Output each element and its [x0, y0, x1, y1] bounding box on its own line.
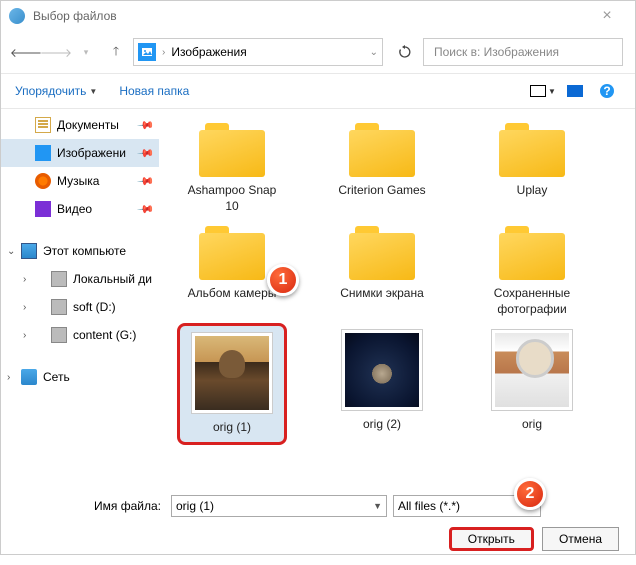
new-folder-button[interactable]: Новая папка: [119, 84, 189, 98]
folder-item[interactable]: Criterion Games: [327, 117, 437, 220]
sidebar-item-network[interactable]: › Сеть: [1, 363, 159, 391]
sidebar-item-video[interactable]: Видео 📌: [1, 195, 159, 223]
folder-icon: [499, 226, 565, 280]
disk-icon: [51, 299, 67, 315]
sidebar: Документы 📌 Изображени 📌 Музыка 📌 Видео …: [1, 109, 159, 487]
disk-icon: [51, 271, 67, 287]
image-item[interactable]: orig: [477, 323, 587, 445]
pin-icon: 📌: [137, 144, 156, 163]
video-icon: [35, 201, 51, 217]
network-icon: [21, 369, 37, 385]
folder-icon: [199, 226, 265, 280]
window-title: Выбор файлов: [33, 9, 117, 23]
chevron-down-icon[interactable]: ⌄: [370, 47, 378, 58]
sidebar-item-localdisk[interactable]: › Локальный ди: [1, 265, 159, 293]
address-bar[interactable]: › Изображения ⌄: [133, 38, 383, 66]
annotation-badge-1: 1: [267, 264, 299, 296]
expand-icon[interactable]: ›: [7, 372, 10, 383]
expand-icon[interactable]: ›: [23, 302, 26, 313]
folder-icon: [499, 123, 565, 177]
up-button[interactable]: 🡑: [103, 39, 129, 65]
sidebar-item-content[interactable]: › content (G:): [1, 321, 159, 349]
cancel-button[interactable]: Отмена: [542, 527, 619, 551]
nav-bar: 🡐 🡒 ▾ 🡑 › Изображения ⌄ Поиск в: Изображ…: [1, 31, 635, 73]
chevron-down-icon: ▼: [373, 501, 382, 511]
footer: Имя файла: orig (1) ▼ All files (*.*) ▼ …: [1, 487, 635, 565]
pictures-icon: [138, 43, 156, 61]
pin-icon: 📌: [137, 200, 156, 219]
recent-dropdown[interactable]: ▾: [73, 39, 99, 65]
refresh-button[interactable]: [391, 38, 419, 66]
folder-icon: [199, 123, 265, 177]
sidebar-item-music[interactable]: Музыка 📌: [1, 167, 159, 195]
svg-text:?: ?: [603, 84, 610, 98]
sidebar-item-documents[interactable]: Документы 📌: [1, 111, 159, 139]
search-input[interactable]: Поиск в: Изображения: [423, 38, 623, 66]
folder-item[interactable]: Сохраненные фотографии: [477, 220, 587, 323]
image-item[interactable]: orig (2): [327, 323, 437, 445]
folder-item[interactable]: Ashampoo Snap 10: [177, 117, 287, 220]
expand-icon[interactable]: ›: [23, 330, 26, 341]
file-grid: Ashampoo Snap 10 Criterion Games Uplay А…: [159, 109, 635, 487]
sidebar-item-soft[interactable]: › soft (D:): [1, 293, 159, 321]
filetype-select[interactable]: All files (*.*) ▼ 2: [393, 495, 541, 517]
document-icon: [35, 117, 51, 133]
app-icon: [9, 8, 25, 24]
folder-icon: [349, 226, 415, 280]
filename-input[interactable]: orig (1) ▼: [171, 495, 387, 517]
forward-button[interactable]: 🡒: [43, 39, 69, 65]
close-button[interactable]: ×: [587, 7, 627, 25]
disk-icon: [51, 327, 67, 343]
folder-item[interactable]: Снимки экрана: [327, 220, 437, 323]
pin-icon: 📌: [137, 116, 156, 135]
sidebar-item-images[interactable]: Изображени 📌: [1, 139, 159, 167]
image-thumbnail: [491, 329, 573, 411]
chevron-right-icon: ›: [162, 47, 165, 58]
folder-item[interactable]: Uplay: [477, 117, 587, 220]
view-menu[interactable]: ▼: [529, 77, 557, 105]
expand-icon[interactable]: ⌄: [7, 246, 15, 257]
search-placeholder: Поиск в: Изображения: [434, 45, 559, 59]
sidebar-item-thispc[interactable]: ⌄ Этот компьюте: [1, 237, 159, 265]
folder-item[interactable]: Альбом камеры 1: [177, 220, 287, 323]
help-button[interactable]: ?: [593, 77, 621, 105]
filename-label: Имя файла:: [15, 499, 165, 513]
pin-icon: 📌: [137, 172, 156, 191]
title-bar: Выбор файлов ×: [1, 1, 635, 31]
back-button[interactable]: 🡐: [13, 39, 39, 65]
music-icon: [35, 173, 51, 189]
preview-pane-button[interactable]: [561, 77, 589, 105]
image-thumbnail: [341, 329, 423, 411]
folder-icon: [349, 123, 415, 177]
image-thumbnail: [191, 332, 273, 414]
image-item-selected[interactable]: orig (1): [177, 323, 287, 445]
chevron-down-icon: ▼: [89, 87, 97, 96]
pictures-icon: [35, 145, 51, 161]
expand-icon[interactable]: ›: [23, 274, 26, 285]
annotation-badge-2: 2: [514, 478, 546, 510]
open-button[interactable]: Открыть: [449, 527, 534, 551]
path-segment[interactable]: Изображения: [171, 45, 246, 59]
toolbar: Упорядочить ▼ Новая папка ▼ ?: [1, 73, 635, 109]
organize-menu[interactable]: Упорядочить ▼: [15, 84, 97, 98]
computer-icon: [21, 243, 37, 259]
